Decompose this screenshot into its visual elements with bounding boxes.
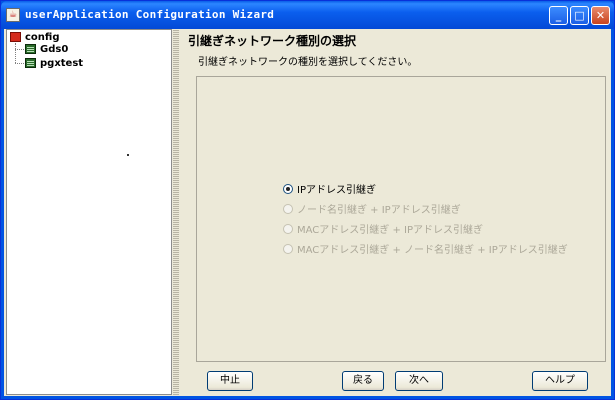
tree-item-label: Gds0 (40, 44, 69, 55)
config-icon (10, 32, 21, 42)
minimize-icon[interactable]: _ (549, 6, 568, 25)
cancel-button[interactable]: 中止 (207, 371, 253, 391)
option-mac-ip-takeover: MACアドレス引継ぎ + IPアドレス引継ぎ (283, 224, 483, 238)
title-bar[interactable]: ☕ userApplication Configuration Wizard _… (1, 1, 614, 29)
pane-splitter[interactable] (173, 29, 179, 395)
option-label: ノード名引継ぎ + IPアドレス引継ぎ (297, 205, 461, 216)
page-title: 引継ぎネットワーク種別の選択 (188, 34, 357, 48)
help-button[interactable]: ヘルプ (532, 371, 588, 391)
radio-disabled-icon (283, 204, 293, 214)
tree-connector (15, 43, 16, 63)
window-title: userApplication Configuration Wizard (25, 8, 275, 21)
close-icon[interactable]: ✕ (591, 6, 610, 25)
option-node-ip-takeover: ノード名引継ぎ + IPアドレス引継ぎ (283, 204, 461, 218)
radio-selected-icon[interactable] (283, 184, 293, 194)
back-button[interactable]: 戻る (342, 371, 384, 391)
maximize-icon[interactable]: □ (570, 6, 589, 25)
option-label: MACアドレス引継ぎ + IPアドレス引継ぎ (297, 225, 483, 236)
wizard-window: ☕ userApplication Configuration Wizard _… (0, 0, 615, 400)
page-instruction: 引継ぎネットワークの種別を選択してください。 (198, 57, 418, 68)
java-app-icon: ☕ (6, 8, 20, 22)
option-mac-node-ip-takeover: MACアドレス引継ぎ + ノード名引継ぎ + IPアドレス引継ぎ (283, 244, 568, 258)
tree-connector (15, 49, 24, 50)
tree-connector (15, 63, 24, 64)
wizard-page: 引継ぎネットワーク種別の選択 引継ぎネットワークの種別を選択してください。 IP… (181, 29, 611, 396)
next-button[interactable]: 次へ (395, 371, 443, 391)
resource-icon (25, 44, 36, 54)
option-label: IPアドレス引継ぎ (297, 185, 376, 196)
radio-disabled-icon (283, 244, 293, 254)
resource-icon (25, 58, 36, 68)
option-label: MACアドレス引継ぎ + ノード名引継ぎ + IPアドレス引継ぎ (297, 245, 568, 256)
option-ip-takeover[interactable]: IPアドレス引継ぎ (283, 184, 376, 198)
client-area: config Gds0 pgxtest 引継ぎネットワーク種別の選択 引継ぎネッ… (4, 29, 611, 396)
tree-item-label: pgxtest (40, 58, 84, 69)
config-tree[interactable]: config Gds0 pgxtest (6, 29, 172, 395)
tree-artifact-dot (127, 154, 129, 156)
options-panel: IPアドレス引継ぎ ノード名引継ぎ + IPアドレス引継ぎ MACアドレス引継ぎ… (196, 76, 606, 362)
radio-disabled-icon (283, 224, 293, 234)
